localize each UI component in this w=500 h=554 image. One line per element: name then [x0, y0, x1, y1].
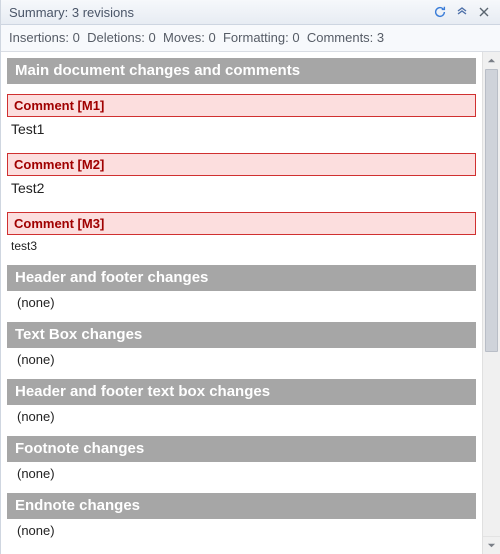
section-none: (none) — [7, 405, 476, 430]
comment-body: test3 — [7, 235, 476, 259]
section-footnote: Footnote changes — [7, 436, 476, 462]
collapse-icon[interactable] — [452, 2, 472, 22]
comments-value: 3 — [377, 30, 384, 45]
revisions-pane: Summary: 3 revisions Insertions: 0 Delet… — [0, 0, 500, 554]
comment-header[interactable]: Comment [M1] — [7, 94, 476, 117]
moves-value: 0 — [209, 30, 216, 45]
section-none: (none) — [7, 462, 476, 487]
section-none: (none) — [7, 291, 476, 316]
formatting-label: Formatting: — [223, 30, 289, 45]
stats-bar: Insertions: 0 Deletions: 0 Moves: 0 Form… — [1, 25, 500, 52]
close-icon[interactable] — [474, 2, 494, 22]
content-wrap: Main document changes and comments Comme… — [1, 52, 500, 554]
summary-label: Summary: — [9, 5, 68, 20]
comment-header[interactable]: Comment [M2] — [7, 153, 476, 176]
scrollbar-track[interactable] — [483, 69, 500, 537]
comment-body: Test1 — [7, 117, 476, 143]
comments-label: Comments: — [307, 30, 373, 45]
section-endnote: Endnote changes — [7, 493, 476, 519]
pane-title: Summary: 3 revisions — [9, 5, 428, 20]
refresh-icon[interactable] — [430, 2, 450, 22]
scroll-up-icon[interactable] — [483, 52, 500, 70]
section-none: (none) — [7, 519, 476, 544]
deletions-label: Deletions: — [87, 30, 145, 45]
formatting-value: 0 — [292, 30, 299, 45]
comment-body: Test2 — [7, 176, 476, 202]
section-header-footer-textbox: Header and footer text box changes — [7, 379, 476, 405]
moves-label: Moves: — [163, 30, 205, 45]
comment-header[interactable]: Comment [M3] — [7, 212, 476, 235]
revision-word: revisions — [83, 5, 134, 20]
section-header-footer: Header and footer changes — [7, 265, 476, 291]
insertions-label: Insertions: — [9, 30, 69, 45]
section-textbox: Text Box changes — [7, 322, 476, 348]
insertions-value: 0 — [73, 30, 80, 45]
scroll-down-icon[interactable] — [483, 536, 500, 554]
titlebar: Summary: 3 revisions — [1, 0, 500, 25]
section-main-header: Main document changes and comments — [7, 58, 476, 84]
content-area: Main document changes and comments Comme… — [1, 52, 482, 554]
scrollbar-thumb[interactable] — [485, 69, 498, 352]
vertical-scrollbar[interactable] — [482, 52, 500, 554]
section-none: (none) — [7, 348, 476, 373]
revision-count: 3 — [72, 5, 79, 20]
deletions-value: 0 — [149, 30, 156, 45]
